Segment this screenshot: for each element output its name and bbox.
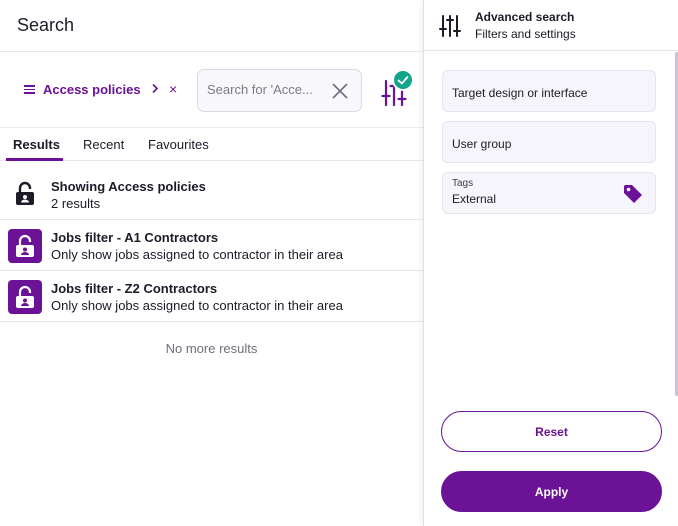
summary-count: 2 results: [51, 196, 101, 211]
search-panel: Search Access policies × Search for 'Acc…: [0, 0, 423, 526]
apply-button[interactable]: Apply: [441, 471, 662, 512]
summary-title: Showing Access policies: [51, 179, 206, 194]
user-group-label: User group: [452, 137, 512, 151]
tab-results[interactable]: Results: [13, 137, 60, 152]
tag-icon: [622, 183, 644, 205]
target-design-label: Target design or interface: [452, 86, 588, 100]
filter-chip-label: Access policies: [43, 82, 141, 97]
result-title: Jobs filter - Z2 Contractors: [51, 281, 218, 296]
page-title: Search: [17, 15, 75, 35]
lock-user-icon: [8, 229, 42, 263]
search-field: [197, 69, 362, 112]
advanced-search-panel: Advanced search Filters and settings Tar…: [423, 0, 678, 526]
result-description: Only show jobs assigned to contractor in…: [51, 298, 343, 313]
list-item[interactable]: Jobs filter - Z2 Contractors Only show j…: [0, 271, 423, 322]
list-item[interactable]: Jobs filter - A1 Contractors Only show j…: [0, 220, 423, 271]
result-title: Jobs filter - A1 Contractors: [51, 230, 219, 245]
result-description: Only show jobs assigned to contractor in…: [51, 247, 343, 262]
filter-chip-clear-button[interactable]: ×: [169, 81, 177, 97]
target-design-field[interactable]: Target design or interface: [442, 70, 656, 112]
results-tabs: Results Recent Favourites: [0, 128, 423, 161]
filter-row: Access policies ×: [0, 52, 423, 128]
lock-user-icon: [8, 280, 42, 314]
check-icon: [392, 69, 414, 91]
search-input[interactable]: [207, 82, 317, 97]
active-tab-indicator: [6, 158, 63, 161]
reset-button[interactable]: Reset: [441, 411, 662, 452]
sliders-icon: [439, 14, 461, 38]
results-summary: Showing Access policies 2 results: [0, 169, 423, 220]
advanced-search-subtitle: Filters and settings: [475, 27, 576, 41]
tags-field[interactable]: Tags External: [442, 172, 656, 214]
tags-label: Tags: [452, 178, 474, 189]
no-more-results: No more results: [165, 341, 258, 356]
tab-favourites[interactable]: Favourites: [148, 137, 209, 152]
user-group-field[interactable]: User group: [442, 121, 656, 163]
chevron-right-icon: [151, 82, 159, 97]
advanced-search-header: Advanced search Filters and settings: [424, 0, 678, 51]
close-icon[interactable]: [331, 82, 349, 100]
menu-icon: [24, 85, 35, 94]
advanced-search-title: Advanced search: [475, 10, 575, 24]
lock-icon: [14, 181, 36, 207]
search-header: Search: [0, 0, 423, 52]
tags-value: External: [452, 192, 497, 206]
filter-chip[interactable]: Access policies: [24, 82, 159, 97]
tab-recent[interactable]: Recent: [83, 137, 124, 152]
